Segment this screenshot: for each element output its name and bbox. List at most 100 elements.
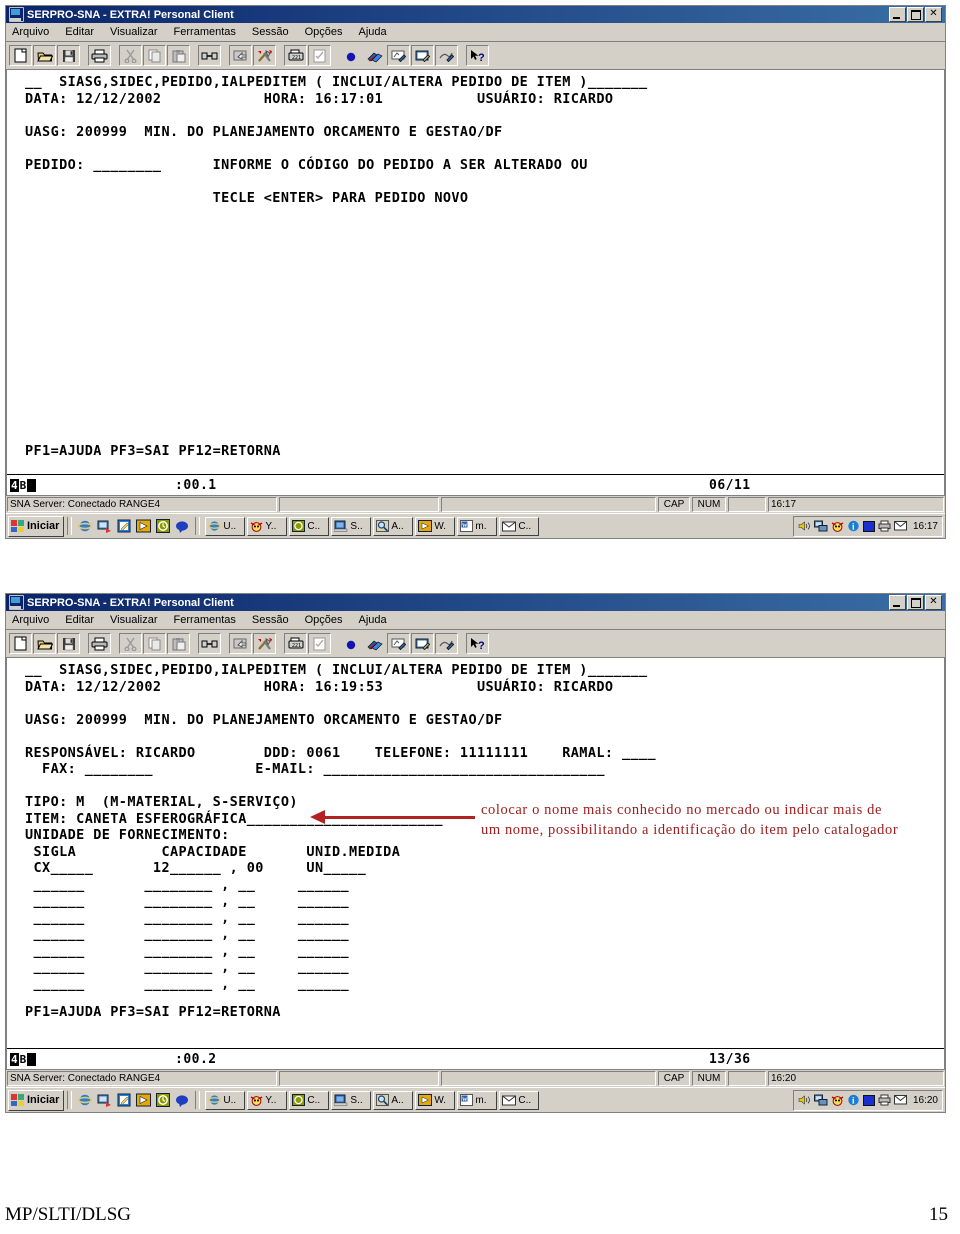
menu-item-ajuda[interactable]: Ajuda (359, 26, 387, 38)
outlook-express-icon[interactable] (117, 519, 131, 533)
minimize-button[interactable] (889, 7, 906, 22)
menu-item-sessao[interactable]: Sessão (252, 614, 289, 626)
info-icon[interactable]: i (847, 1094, 860, 1106)
save-disk-icon[interactable] (57, 633, 80, 654)
show-desktop-icon[interactable] (97, 519, 112, 533)
books-icon[interactable] (363, 45, 386, 66)
internet-explorer-icon[interactable] (78, 519, 93, 533)
task-button[interactable]: W. (415, 516, 456, 536)
network-icon[interactable] (813, 520, 828, 532)
menu-item-opcoes[interactable]: Opções (305, 26, 343, 38)
task-button-active[interactable]: S.. (331, 1090, 372, 1110)
fax-icon[interactable]: 221 (284, 633, 307, 654)
quick-launch-bar[interactable] (75, 1093, 192, 1107)
terminal-screen-1[interactable]: __ SIASG,SIDEC,PEDIDO,IALPEDITEM ( INCLU… (6, 70, 945, 496)
menu-bar[interactable]: Arquivo Editar Visualizar Ferramentas Se… (6, 23, 945, 42)
menu-item-ajuda[interactable]: Ajuda (359, 614, 387, 626)
tools-icon[interactable] (253, 45, 276, 66)
yahoo-icon[interactable] (831, 1094, 844, 1106)
file-transfer-icon[interactable] (229, 45, 252, 66)
clock-green-icon[interactable] (156, 519, 171, 533)
quick-launch-bar[interactable] (75, 519, 192, 533)
connect-icon[interactable] (198, 633, 221, 654)
copy-icon[interactable] (143, 633, 166, 654)
task-button[interactable]: W m. (457, 1090, 498, 1110)
toolbar-2[interactable]: 221 ? (6, 630, 945, 658)
close-button[interactable]: ✕ (925, 7, 942, 22)
taskbar-1[interactable]: Iniciar U.. Y.. C.. S.. A.. W. W m. C.. … (6, 513, 945, 538)
macro-run-icon[interactable] (435, 45, 458, 66)
terminal-line-fax-email[interactable]: FAX: ________ E-MAIL: __________________… (25, 761, 944, 778)
open-folder-icon[interactable] (33, 45, 56, 66)
terminal-line-empty-row[interactable]: ______ ________ , __ ______ (25, 877, 944, 894)
menu-item-ferramentas[interactable]: Ferramentas (174, 614, 236, 626)
volume-icon[interactable] (798, 1094, 811, 1106)
terminal-line-pedido[interactable]: PEDIDO: ________ INFORME O CÓDIGO DO PED… (25, 157, 944, 174)
save-disk-icon[interactable] (57, 45, 80, 66)
macro-record-icon[interactable] (387, 45, 410, 66)
terminal-line-unit-row[interactable]: CX_____ 12______ , 00 UN_____ (25, 860, 944, 877)
volume-icon[interactable] (798, 520, 811, 532)
file-transfer-icon[interactable] (229, 633, 252, 654)
task-button[interactable]: A.. (373, 516, 414, 536)
task-button[interactable]: W. (415, 1090, 456, 1110)
help-pointer-icon[interactable]: ? (466, 45, 489, 66)
terminal-line-empty-row[interactable]: ______ ________ , __ ______ (25, 893, 944, 910)
blue-square-icon[interactable] (862, 1094, 875, 1106)
cut-scissors-icon[interactable] (119, 45, 142, 66)
connect-icon[interactable] (198, 45, 221, 66)
terminal-line-empty-row[interactable]: ______ ________ , __ ______ (25, 976, 944, 993)
system-tray-2[interactable]: i 16:20 (792, 1089, 943, 1111)
info-icon[interactable]: i (847, 520, 860, 532)
title-bar[interactable]: SERPRO-SNA - EXTRA! Personal Client ✕ (6, 6, 945, 23)
messenger-icon[interactable] (175, 1094, 189, 1107)
checklist-icon[interactable] (308, 633, 331, 654)
task-button[interactable]: C.. (289, 1090, 330, 1110)
new-document-icon[interactable] (9, 45, 32, 66)
macro-edit-icon[interactable] (411, 633, 434, 654)
macro-run-icon[interactable] (435, 633, 458, 654)
menu-item-visualizar[interactable]: Visualizar (110, 26, 158, 38)
menu-item-editar[interactable]: Editar (65, 26, 94, 38)
printer-icon[interactable] (878, 520, 891, 532)
mail-icon[interactable] (893, 1095, 907, 1105)
yahoo-icon[interactable] (831, 520, 844, 532)
menu-item-ferramentas[interactable]: Ferramentas (174, 26, 236, 38)
menu-item-arquivo[interactable]: Arquivo (12, 26, 49, 38)
menu-item-sessao[interactable]: Sessão (252, 26, 289, 38)
terminal-line-empty-row[interactable]: ______ ________ , __ ______ (25, 959, 944, 976)
show-desktop-icon[interactable] (97, 1093, 112, 1107)
window-controls[interactable]: ✕ (889, 7, 943, 22)
tools-icon[interactable] (253, 633, 276, 654)
task-button-active[interactable]: S.. (331, 516, 372, 536)
task-button[interactable]: A.. (373, 1090, 414, 1110)
task-button[interactable]: W m. (457, 516, 498, 536)
menu-item-visualizar[interactable]: Visualizar (110, 614, 158, 626)
task-button[interactable]: U.. (205, 516, 246, 536)
extra-client-window-2[interactable]: SERPRO-SNA - EXTRA! Personal Client ✕ Ar… (5, 593, 946, 1113)
terminal-screen-2[interactable]: __ SIASG,SIDEC,PEDIDO,IALPEDITEM ( INCLU… (6, 658, 945, 1070)
maximize-button[interactable] (907, 595, 924, 610)
new-document-icon[interactable] (9, 633, 32, 654)
task-button[interactable]: C.. (499, 516, 540, 536)
cut-scissors-icon[interactable] (119, 633, 142, 654)
paste-icon[interactable] (167, 45, 190, 66)
extra-client-window-1[interactable]: SERPRO-SNA - EXTRA! Personal Client ✕ Ar… (5, 5, 946, 539)
menu-bar-2[interactable]: Arquivo Editar Visualizar Ferramentas Se… (6, 611, 945, 630)
media-player-icon[interactable] (136, 1093, 152, 1107)
checklist-icon[interactable] (308, 45, 331, 66)
copy-icon[interactable] (143, 45, 166, 66)
terminal-line-empty-row[interactable]: ______ ________ , __ ______ (25, 910, 944, 927)
menu-item-arquivo[interactable]: Arquivo (12, 614, 49, 626)
taskbar-2[interactable]: Iniciar U.. Y.. C.. S.. A.. W. W m. C.. … (6, 1087, 945, 1112)
record-dot-icon[interactable] (339, 633, 362, 654)
network-icon[interactable] (813, 1094, 828, 1106)
fax-icon[interactable]: 221 (284, 45, 307, 66)
title-bar-2[interactable]: SERPRO-SNA - EXTRA! Personal Client ✕ (6, 594, 945, 611)
system-tray-1[interactable]: i 16:17 (792, 515, 943, 537)
clock-green-icon[interactable] (156, 1093, 171, 1107)
paste-icon[interactable] (167, 633, 190, 654)
task-button[interactable]: C.. (289, 516, 330, 536)
start-button[interactable]: Iniciar (8, 1089, 65, 1111)
mail-icon[interactable] (893, 521, 907, 531)
